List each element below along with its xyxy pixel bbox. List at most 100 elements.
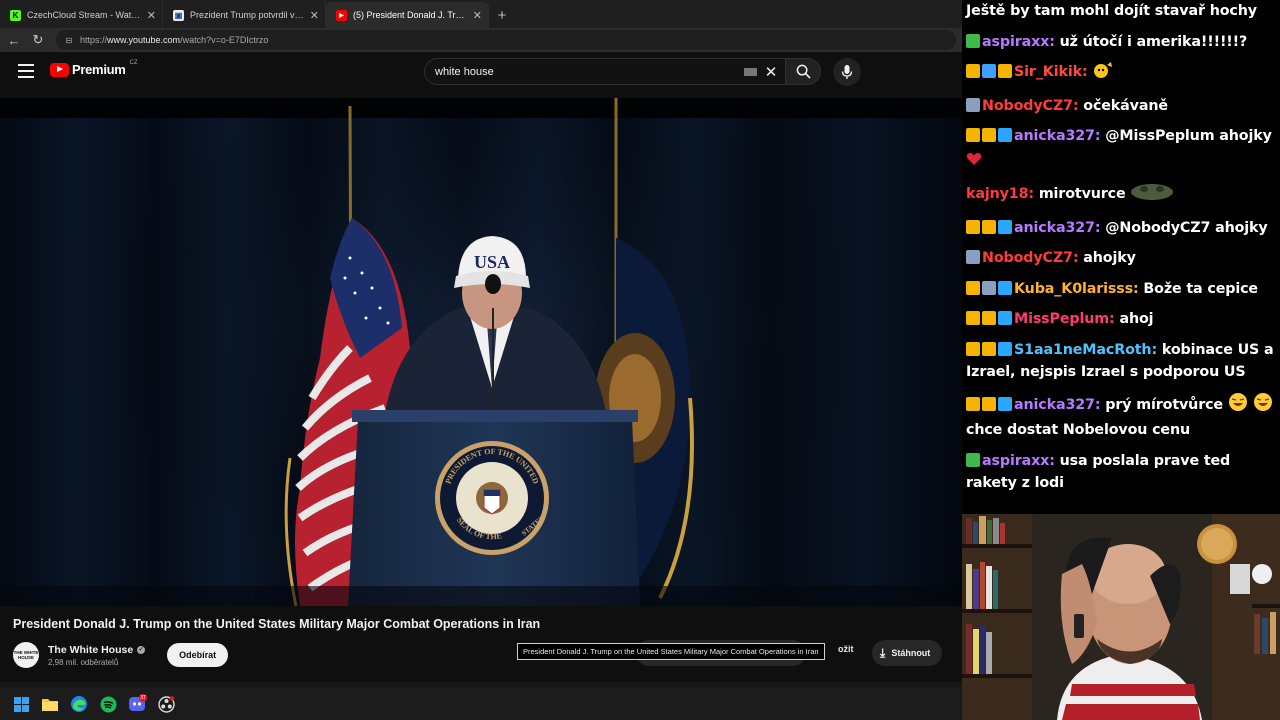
browser-tab-3[interactable]: ▶ (5) President Donald J. Trump on t ✕ [326,2,489,28]
chat-colon: : [1081,64,1093,80]
chat-colon: : [1133,280,1144,297]
chat-username[interactable]: anicka327 [1014,128,1095,144]
heart-emote [966,151,982,174]
chat-text: Bože ta cepice [1143,280,1258,297]
frog-emote [1130,181,1174,209]
search-box: ✕ [424,58,786,85]
chat-badge-icon [966,128,980,142]
laugh-emote [1253,392,1273,420]
chat-badge-icon [998,280,1012,295]
obs-icon[interactable] [155,693,177,715]
chat-badge-icon [966,280,980,295]
hamburger-menu-icon[interactable] [18,64,34,78]
chat-username[interactable]: MissPeplum [1014,311,1109,327]
youtube-icon: ▶ [336,9,347,21]
chat-text: @NobodyCZ7 ahojky [1105,219,1268,236]
chat-message: anicka327: @MissPeplum ahojky [966,125,1276,173]
chat-badge-icon [998,396,1012,411]
chat-badge-icon [966,452,980,467]
stream-chat: Ještě by tam mohl dojít stavař hochy asp… [962,0,1280,514]
channel-name-row[interactable]: The White House ✓ [48,644,146,656]
chat-username[interactable]: S1aa1neMacRoth [1014,342,1152,358]
chat-badge-icon [966,64,980,78]
chat-text: prý mírotvůrce [1105,396,1223,413]
address-bar: ← ↻ ⊟ https://www.youtube.com/watch?v=o-… [0,28,962,52]
close-tab-icon[interactable]: ✕ [310,9,319,22]
country-code: CZ [129,60,138,66]
youtube-page: Premium CZ ✕ [0,52,962,688]
url-path: /watch?v=o-E7DIctrzo [180,35,269,45]
chat-colon: : [1049,33,1060,50]
chat-username[interactable]: anicka327 [1014,397,1095,413]
youtube-play-icon [50,62,69,77]
chat-text: chce dostat Nobelovou cenu [966,422,1191,438]
windows-icon[interactable] [10,693,32,715]
browser-tab-bar: K CzechCloud Stream - Watch Live o ✕ ▣ P… [0,0,962,28]
channel-name[interactable]: The White House [48,644,133,656]
youtube-logo[interactable]: Premium CZ [50,60,138,77]
video-title: President Donald J. Trump on the United … [13,617,541,631]
browser-tab-2[interactable]: ▣ Prezident Trump potvrdil vojenský ✕ [163,2,326,28]
chat-colon: : [1028,186,1039,202]
site-info-icon[interactable]: ⊟ [64,35,74,45]
webcam-frame [962,514,1280,720]
chat-message: NobodyCZ7: očekávaně [966,95,1276,118]
chat-message: MissPeplum: ahoj [966,308,1276,331]
chat-badge-icon [998,341,1012,356]
video-frame: USA PRESIDENT OF THE UNITED SEAL OF THE … [0,98,962,606]
new-tab-button[interactable]: + [489,2,515,28]
voice-search-button[interactable] [833,58,861,86]
download-button[interactable]: ⤓ Stáhnout [872,640,943,666]
chat-badge-icon [982,128,996,142]
close-tab-icon[interactable]: ✕ [473,9,482,22]
spotify-icon[interactable] [97,693,119,715]
keyboard-icon[interactable] [744,67,757,76]
download-icon: ⤓ [880,645,886,660]
chat-username[interactable]: Sir_Kikik [1014,64,1082,80]
browser-tab-1[interactable]: K CzechCloud Stream - Watch Live o ✕ [0,2,163,28]
chat-colon: : [1109,311,1120,327]
url-prefix: https:// [80,35,108,45]
chat-username[interactable]: NobodyCZ7 [982,250,1073,266]
close-tab-icon[interactable]: ✕ [147,9,156,22]
chat-message: aspiraxx: už útočí i amerika!!!!!!? [966,31,1276,54]
back-button[interactable]: ← [2,28,26,52]
channel-avatar[interactable]: THE WHITE HOUSE [13,642,39,668]
chat-colon: : [1049,452,1060,469]
discord-icon[interactable]: 37 [126,693,148,715]
chat-username[interactable]: anicka327 [1014,220,1095,236]
chat-username[interactable]: Kuba_K0larisss [1014,281,1133,297]
podium: PRESIDENT OF THE UNITED SEAL OF THE STAT… [348,410,640,606]
chat-message: NobodyCZ7: ahojky [966,247,1276,270]
chat-text: ahojky [1083,250,1136,266]
news-icon: ▣ [173,9,184,21]
file-explorer-icon[interactable] [39,693,61,715]
subscribe-button[interactable]: Odebírat [167,643,229,667]
clear-search-icon[interactable]: ✕ [763,63,779,81]
chat-badge-icon [982,396,996,411]
youtube-header: Premium CZ ✕ [0,52,962,92]
video-player[interactable]: USA PRESIDENT OF THE UNITED SEAL OF THE … [0,98,962,606]
laugh-emote [1228,392,1248,420]
chat-username[interactable]: aspiraxx [982,34,1049,50]
save-button[interactable]: ožit [838,644,854,654]
verified-icon: ✓ [137,645,146,654]
chat-colon: : [1094,128,1106,144]
chat-text: mirotvurce [1038,186,1126,202]
tab-title: Prezident Trump potvrdil vojenský [190,10,306,20]
channel-row: THE WHITE HOUSE The White House ✓ 2,98 m… [13,640,229,670]
chat-username[interactable]: aspiraxx [982,453,1049,469]
chat-badge-icon [966,341,980,356]
chat-badge-icon [982,219,996,234]
chat-colon: : [1094,219,1106,236]
reload-button[interactable]: ↻ [26,28,50,52]
chat-badge-icon [998,128,1012,142]
search-input[interactable] [435,65,744,78]
tab-title: CzechCloud Stream - Watch Live o [27,10,143,20]
chat-badge-icon [966,311,980,325]
edge-icon[interactable] [68,693,90,715]
url-field[interactable]: ⊟ https://www.youtube.com/watch?v=o-E7DI… [56,30,956,50]
search-button[interactable] [785,58,821,85]
chat-username[interactable]: NobodyCZ7 [982,98,1073,114]
chat-username[interactable]: kajny18 [966,186,1029,202]
